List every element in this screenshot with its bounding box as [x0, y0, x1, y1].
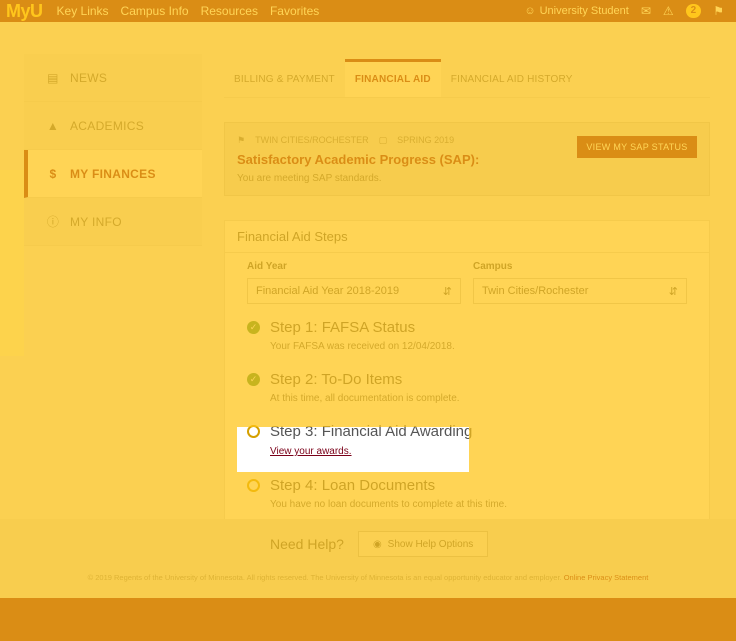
user-icon: ☺ [524, 5, 536, 17]
graduation-cap-icon: ▲ [46, 118, 60, 133]
sidebar-item-label: MY INFO [70, 214, 122, 229]
financial-aid-steps-card: Financial Aid Steps Aid Year Financial A… [224, 220, 710, 520]
step-title: Step 3: Financial Aid Awarding [270, 423, 473, 440]
sap-campus: TWIN CITIES/ROCHESTER [255, 135, 369, 145]
nav-key-links[interactable]: Key Links [57, 4, 109, 18]
dollar-icon: $ [49, 166, 57, 181]
help-section: Need Help? ◉ Show Help Options © 2019 Re… [0, 519, 736, 598]
top-bar: MyU Key Links Campus Info Resources Favo… [0, 0, 736, 22]
nav-favorites[interactable]: Favorites [270, 4, 319, 18]
sidebar-item-label: NEWS [70, 70, 108, 85]
sap-status: You are meeting SAP standards. [237, 173, 382, 184]
tab-financial-aid-history[interactable]: FINANCIAL AID HISTORY [441, 74, 583, 97]
circle-outline-icon [247, 425, 260, 438]
aid-year-group: Aid Year Financial Aid Year 2018-2019 ⇵ [247, 261, 461, 304]
user-menu[interactable]: ☺ University Student [524, 5, 629, 17]
step-3: Step 3: Financial Aid Awarding View your… [247, 423, 472, 457]
sidebar: ▤ NEWS ▲ ACADEMICS $ MY FINANCES ⓘ MY IN… [24, 54, 202, 246]
show-help-options-button[interactable]: ◉ Show Help Options [357, 531, 489, 557]
info-icon: ⓘ [46, 215, 60, 229]
step-4: Step 4: Loan Documents You have no loan … [247, 477, 507, 510]
sidebar-item-my-finances[interactable]: $ MY FINANCES [24, 150, 202, 198]
content: BILLING & PAYMENT FINANCIAL AID FINANCIA… [224, 54, 710, 520]
sidebar-item-label: MY FINANCES [70, 166, 156, 181]
newspaper-icon: ▤ [47, 70, 59, 85]
campus-group: Campus Twin Cities/Rochester ⇵ [473, 261, 687, 304]
campus-icon: ⚑ [237, 135, 246, 145]
tab-financial-aid[interactable]: FINANCIAL AID [344, 59, 441, 97]
mail-icon[interactable]: ✉ [641, 4, 651, 18]
bottom-bar [0, 598, 736, 641]
step-detail: Your FAFSA was received on 12/04/2018. [270, 341, 455, 352]
sap-panel: ⚑ TWIN CITIES/ROCHESTER ▢ SPRING 2019 Sa… [224, 122, 710, 196]
step-title: Step 1: FAFSA Status [270, 319, 416, 336]
main-area: ▤ NEWS ▲ ACADEMICS $ MY FINANCES ⓘ MY IN… [0, 22, 736, 520]
campus-label: Campus [473, 261, 513, 272]
top-bar-right: ☺ University Student ✉ ⚠ 2 ⚑ [524, 4, 736, 18]
copyright-text: © 2019 Regents of the University of Minn… [87, 573, 562, 582]
help-button-label: Show Help Options [387, 538, 474, 550]
alert-count-badge[interactable]: 2 [685, 4, 702, 18]
view-awards-link[interactable]: View your awards. [270, 446, 472, 457]
sidebar-item-news[interactable]: ▤ NEWS [24, 54, 202, 102]
step-2: ✓ Step 2: To-Do Items At this time, all … [247, 371, 460, 404]
check-circle-icon: ✓ [247, 321, 260, 334]
sidebar-item-my-info[interactable]: ⓘ MY INFO [24, 198, 202, 246]
selector-row: Aid Year Financial Aid Year 2018-2019 ⇵ … [225, 253, 709, 304]
eye-icon: ◉ [372, 538, 382, 550]
finance-tabs: BILLING & PAYMENT FINANCIAL AID FINANCIA… [224, 54, 710, 98]
step-1: ✓ Step 1: FAFSA Status Your FAFSA was re… [247, 319, 455, 352]
sap-term: SPRING 2019 [397, 135, 455, 145]
calendar-icon: ▢ [378, 135, 388, 145]
sidebar-item-academics[interactable]: ▲ ACADEMICS [24, 102, 202, 150]
campus-select[interactable]: Twin Cities/Rochester ⇵ [473, 278, 687, 304]
aid-year-select[interactable]: Financial Aid Year 2018-2019 ⇵ [247, 278, 461, 304]
select-arrows-icon: ⇵ [668, 285, 678, 298]
sidebar-item-label: ACADEMICS [70, 118, 145, 133]
user-name: University Student [539, 5, 629, 17]
privacy-statement-link[interactable]: Online Privacy Statement [564, 573, 649, 582]
nav-resources[interactable]: Resources [201, 4, 258, 18]
steps-heading: Financial Aid Steps [225, 221, 709, 253]
myu-logo[interactable]: MyU [0, 1, 57, 22]
aid-year-label: Aid Year [247, 261, 287, 272]
check-circle-icon: ✓ [247, 373, 260, 386]
select-arrows-icon: ⇵ [442, 285, 452, 298]
need-help-label: Need Help? [270, 536, 344, 552]
step-detail: At this time, all documentation is compl… [270, 393, 460, 404]
footer-text: © 2019 Regents of the University of Minn… [0, 573, 736, 582]
aid-year-value: Financial Aid Year 2018-2019 [256, 285, 400, 297]
step-title: Step 2: To-Do Items [270, 371, 403, 388]
page: MyU Key Links Campus Info Resources Favo… [0, 0, 736, 641]
campus-value: Twin Cities/Rochester [482, 285, 589, 297]
nav-campus-info[interactable]: Campus Info [121, 4, 189, 18]
step-detail: You have no loan documents to complete a… [270, 499, 507, 510]
circle-outline-icon [247, 479, 260, 492]
view-sap-status-button[interactable]: VIEW MY SAP STATUS [577, 136, 697, 158]
step-title: Step 4: Loan Documents [270, 477, 436, 494]
flag-icon[interactable]: ⚑ [713, 4, 724, 18]
top-nav: Key Links Campus Info Resources Favorite… [57, 4, 320, 18]
alert-icon[interactable]: ⚠ [663, 4, 674, 18]
tab-billing-payment[interactable]: BILLING & PAYMENT [224, 74, 345, 97]
